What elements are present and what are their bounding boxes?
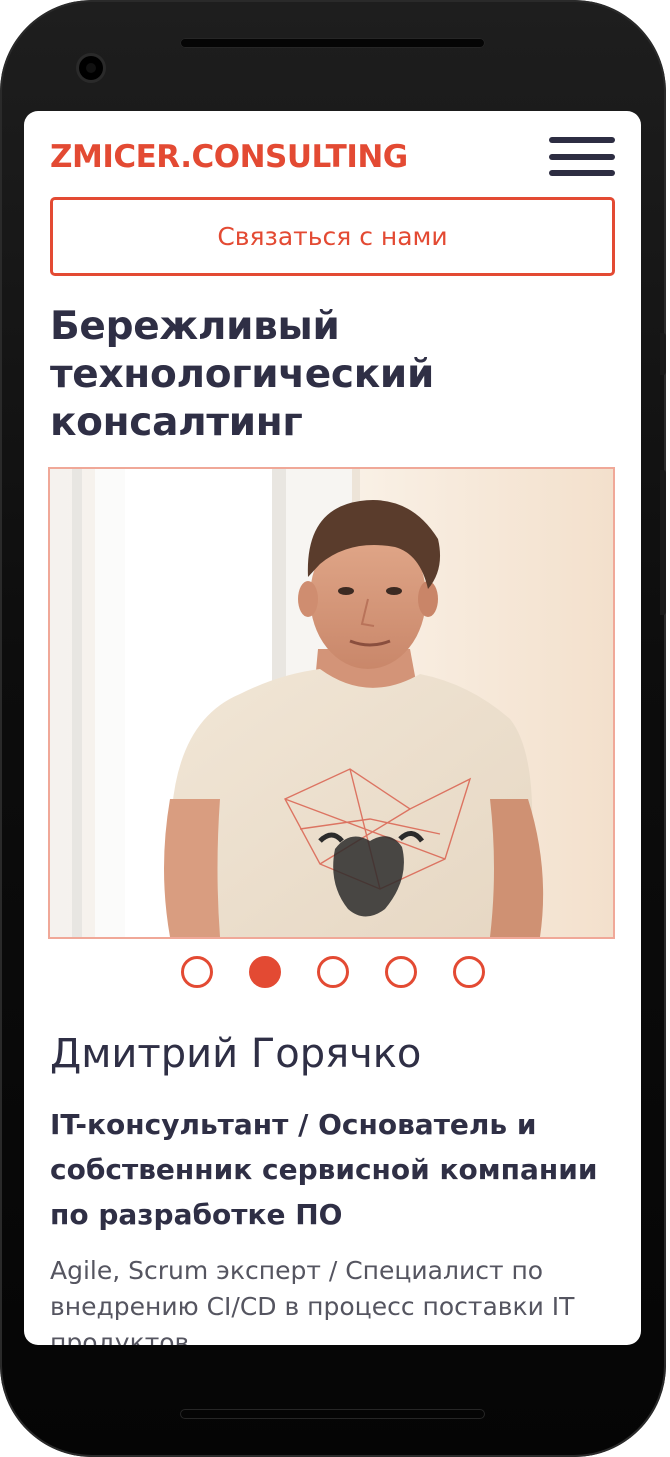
- carousel-dot[interactable]: [384, 956, 417, 988]
- phone-frame: ZMICER.CONSULTING Связаться с нами Береж…: [0, 0, 666, 1457]
- site-logo[interactable]: ZMICER.CONSULTING: [50, 137, 408, 177]
- profile-photo[interactable]: [48, 467, 615, 939]
- power-button: [660, 470, 666, 615]
- person-name: Дмитрий Горячко: [50, 1031, 422, 1077]
- hamburger-menu-icon[interactable]: [549, 137, 615, 177]
- person-role: IT-консультант / Основатель и собственни…: [50, 1108, 598, 1231]
- earpiece-speaker: [180, 38, 485, 48]
- front-camera: [79, 56, 103, 80]
- bottom-speaker: [180, 1409, 485, 1419]
- portrait-image: [50, 469, 613, 937]
- carousel-dot[interactable]: [180, 956, 213, 988]
- page-headline: Бережливый технологический консалтинг: [50, 304, 434, 445]
- carousel-dot[interactable]: [316, 956, 349, 988]
- carousel-dot[interactable]: [452, 956, 485, 988]
- contact-us-button[interactable]: Связаться с нами: [50, 197, 615, 276]
- person-description: Agile, Scrum эксперт / Специалист по вне…: [50, 1256, 575, 1345]
- volume-button: [660, 333, 666, 375]
- carousel-pagination: [24, 956, 641, 994]
- carousel-dot-active[interactable]: [248, 956, 281, 988]
- screen: ZMICER.CONSULTING Связаться с нами Береж…: [24, 111, 641, 1345]
- top-bar: ZMICER.CONSULTING: [50, 137, 615, 181]
